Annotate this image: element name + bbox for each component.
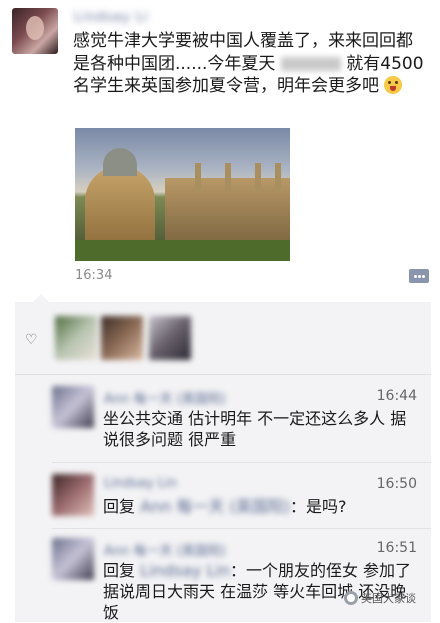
commenter-name[interactable]: Ann 每一天 (英国阳) [104,540,226,559]
post-text: 感觉牛津大学要被中国人覆盖了，来来回回都是各种中国团......今年夏天 就有4… [73,30,429,98]
commenter-avatar[interactable] [52,386,94,428]
reply-to-name[interactable]: Ann 每一天 (英国阳) [140,496,290,517]
reply-text: ：是吗? [290,497,347,516]
comment-time: 16:51 [376,540,417,556]
commenter-avatar[interactable] [52,474,94,516]
comment-item[interactable]: Ann 每一天 (英国阳) 16:44 坐公共交通 估计明年 不一定还这么多人 … [15,382,431,474]
comment-menu-icon[interactable] [409,269,429,283]
comment-time: 16:50 [376,476,417,492]
comment-text: 坐公共交通 估计明年 不一定还这么多人 据说很多问题 很严重 [103,409,407,449]
comment-time: 16:44 [376,388,417,404]
wechat-account-icon [344,591,358,605]
commenter-name[interactable]: Lindsay Lin [104,476,177,491]
interaction-panel: ♡ Ann 每一天 (英国阳) 16:44 坐公共交通 估计明年 不一定还这么多… [15,294,431,622]
heart-outline-icon: ♡ [25,332,38,348]
comment-separator [52,462,431,463]
likes-row: ♡ [15,302,431,372]
surprised-emoji-icon [384,76,403,94]
poster-username[interactable]: Lindsay Li [74,10,149,25]
poster-avatar[interactable] [12,8,58,54]
post-time: 16:34 [75,268,113,283]
post-photo[interactable] [75,128,290,261]
commenter-avatar[interactable] [52,538,94,580]
commenter-name[interactable]: Ann 每一天 (英国阳) [104,388,226,407]
watermark: 英国大家谈 [344,590,416,606]
liker-avatar[interactable] [101,316,143,360]
watermark-text: 英国大家谈 [361,592,416,605]
reply-prefix: 回复 [103,561,136,580]
redacted-text [280,56,341,71]
comment-separator [52,528,431,529]
reply-prefix: 回复 [103,497,136,516]
comment-text: 回复 Ann 每一天 (英国阳)：是吗? [103,496,421,517]
comment-item[interactable]: Ann 每一天 (英国阳) 16:51 回复 Lindsay Lin：一个朋友的… [15,534,431,622]
liker-avatar[interactable] [55,316,97,360]
comment-item[interactable]: Lindsay Lin 16:50 回复 Ann 每一天 (英国阳)：是吗? [15,470,431,530]
moment-post: Lindsay Li 感觉牛津大学要被中国人覆盖了，来来回回都是各种中国团...… [0,0,440,300]
reply-to-name[interactable]: Lindsay Lin [140,560,230,581]
divider [15,374,431,375]
liker-avatar[interactable] [149,316,191,360]
